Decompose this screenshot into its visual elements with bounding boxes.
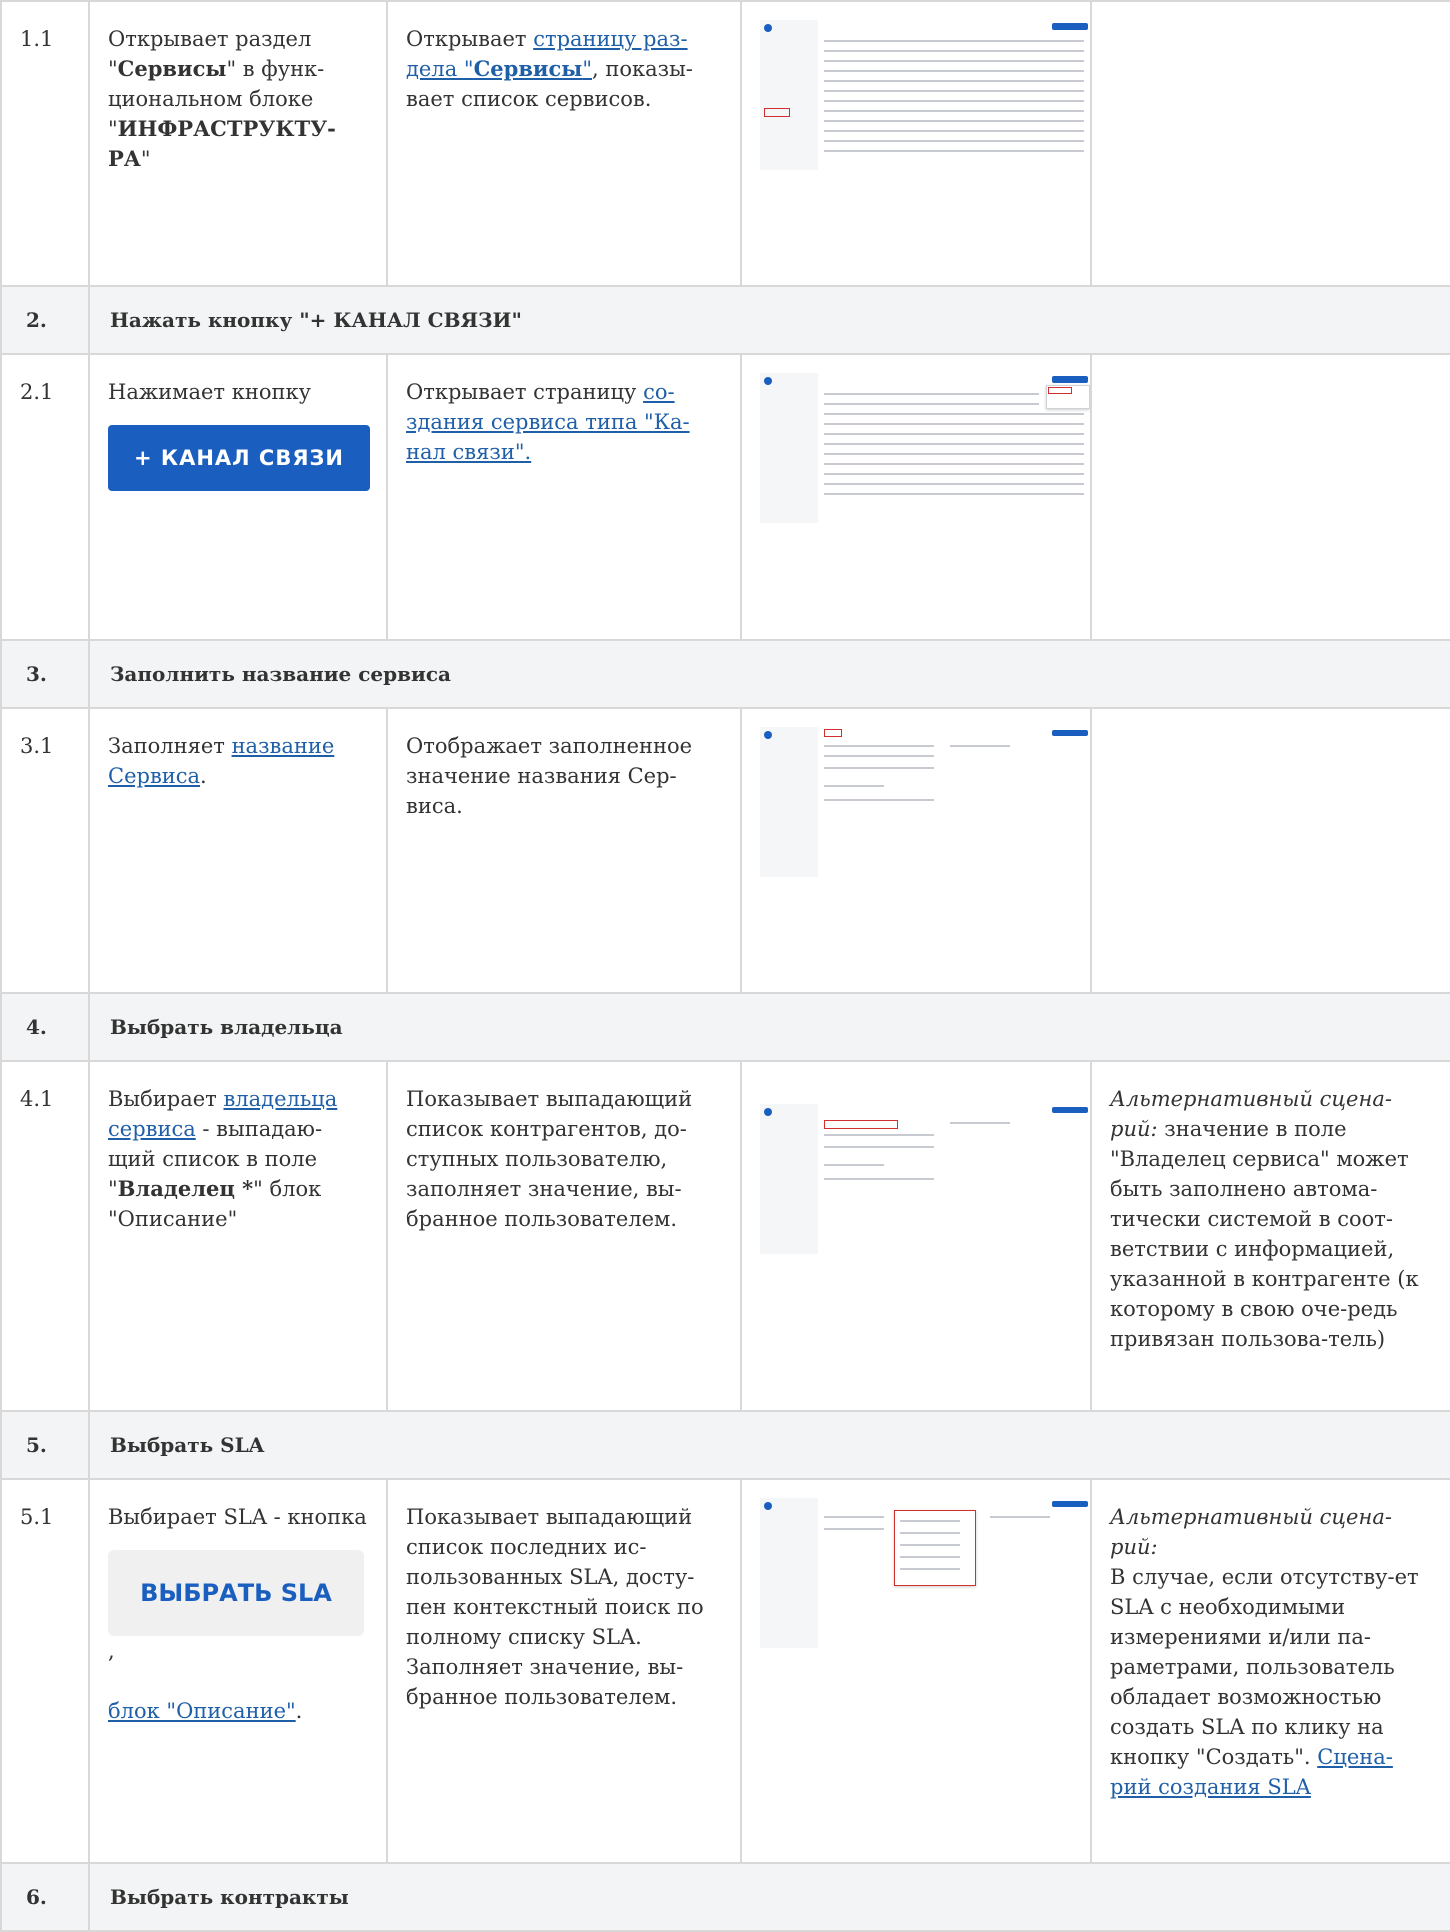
section-header-4: 4. Выбрать владельца [0,992,1450,1062]
actor-action: Выбирает владельца сервиса - выпадаю-щий… [88,1060,388,1412]
section-title: Заполнить название сервиса [88,639,1450,709]
section-title: Выбрать владельца [88,992,1450,1062]
sla-select-thumbnail [760,1498,1090,1648]
steps-table: 1.1 Открывает раздел "Сервисы" в функ-ци… [0,0,1450,1932]
note: Альтернативный сцена-рий: значение в пол… [1090,1060,1450,1412]
note: Альтернативный сцена-рий: В случае, если … [1090,1478,1450,1864]
section-header-2: 2. Нажать кнопку "+ КАНАЛ СВЯЗИ" [0,285,1450,355]
system-response: Отображает заполненное значение названия… [386,707,742,994]
section-number: 2. [0,285,90,355]
step-number: 3.1 [0,707,90,994]
section-title: Выбрать контракты [88,1862,1450,1932]
section-header-6: 6. Выбрать контракты [0,1862,1450,1932]
system-response: Открывает страницу со-здания сервиса тип… [386,353,742,641]
actor-action: Нажимает кнопку + КАНАЛ СВЯЗИ [88,353,388,641]
note [1090,707,1450,994]
step-row-1-1: 1.1 Открывает раздел "Сервисы" в функ-ци… [0,0,1450,287]
step-row-3-1: 3.1 Заполняет название Сервиса. Отобража… [0,707,1450,994]
system-response: Открывает страницу раз-дела "Сервисы", п… [386,0,742,287]
section-title: Выбрать SLA [88,1410,1450,1480]
section-header-3: 3. Заполнить название сервиса [0,639,1450,709]
system-response: Показывает выпадающий список контрагенто… [386,1060,742,1412]
section-number: 4. [0,992,90,1062]
actor-text: Нажимает кнопку [108,380,311,404]
step-number: 1.1 [0,0,90,287]
create-service-thumbnail [760,373,1090,523]
section-title: Нажать кнопку "+ КАНАЛ СВЯЗИ" [88,285,1450,355]
section-header-5: 5. Выбрать SLA [0,1410,1450,1480]
step-row-5-1: 5.1 Выбирает SLA - кнопка ВЫБРАТЬ SLA, б… [0,1478,1450,1864]
actor-text-after: блок "Описание". [108,1699,303,1723]
step-number: 2.1 [0,353,90,641]
section-number: 5. [0,1410,90,1480]
screenshot-cell [740,1478,1092,1864]
screenshot-cell [740,0,1092,287]
actor-action: Заполняет название Сервиса. [88,707,388,994]
note [1090,353,1450,641]
system-response: Показывает выпадающий список последних и… [386,1478,742,1864]
add-channel-button[interactable]: + КАНАЛ СВЯЗИ [108,425,370,491]
services-list-thumbnail [760,20,1090,170]
step-row-2-1: 2.1 Нажимает кнопку + КАНАЛ СВЯЗИ Открыв… [0,353,1450,641]
step-number: 5.1 [0,1478,90,1864]
step-number: 4.1 [0,1060,90,1412]
section-number: 6. [0,1862,90,1932]
note [1090,0,1450,287]
step-row-4-1: 4.1 Выбирает владельца сервиса - выпадаю… [0,1060,1450,1412]
actor-action: Открывает раздел "Сервисы" в функ-ционал… [88,0,388,287]
screenshot-cell [740,353,1092,641]
screenshot-cell [740,1060,1092,1412]
owner-select-thumbnail [760,1104,1090,1254]
screenshot-cell [740,707,1092,994]
service-name-thumbnail [760,727,1090,877]
actor-action: Выбирает SLA - кнопка ВЫБРАТЬ SLA, блок … [88,1478,388,1864]
actor-text: Выбирает SLA - кнопка [108,1505,367,1529]
select-sla-button[interactable]: ВЫБРАТЬ SLA [108,1550,364,1636]
section-number: 3. [0,639,90,709]
